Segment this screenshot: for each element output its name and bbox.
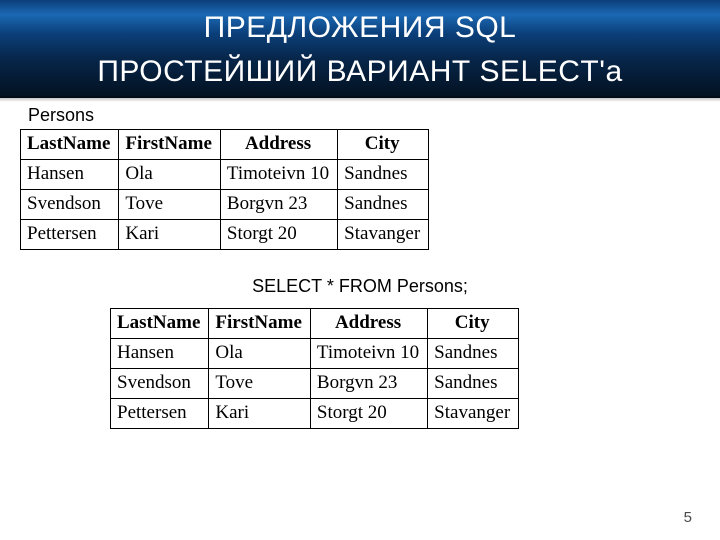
cell-lastname: Svendson: [21, 190, 119, 220]
table-row: Svendson Tove Borgvn 23 Sandnes: [111, 369, 519, 399]
table-row: Svendson Tove Borgvn 23 Sandnes: [21, 190, 429, 220]
cell-lastname: Hansen: [21, 160, 119, 190]
cell-firstname: Kari: [209, 399, 311, 429]
persons-table-result: LastName FirstName Address City Hansen O…: [110, 308, 519, 429]
cell-firstname: Kari: [119, 220, 221, 250]
col-lastname: LastName: [111, 309, 209, 339]
cell-address: Borgvn 23: [310, 369, 427, 399]
title-line-2: ПРОСТЕЙШИЙ ВАРИАНТ SELECT'а: [97, 55, 622, 88]
table-header-row: LastName FirstName Address City: [111, 309, 519, 339]
table-caption: Persons: [28, 105, 94, 126]
table-result: LastName FirstName Address City Hansen O…: [110, 308, 519, 429]
table-row: Hansen Ola Timoteivn 10 Sandnes: [21, 160, 429, 190]
table-source: LastName FirstName Address City Hansen O…: [20, 129, 429, 250]
sql-statement: SELECT * FROM Persons;: [0, 276, 720, 297]
title-line-1: ПРЕДЛОЖЕНИЯ SQL: [204, 11, 517, 44]
col-address: Address: [310, 309, 427, 339]
col-firstname: FirstName: [209, 309, 311, 339]
cell-city: Stavanger: [338, 220, 429, 250]
cell-address: Storgt 20: [220, 220, 337, 250]
col-lastname: LastName: [21, 130, 119, 160]
title-banner: ПРЕДЛОЖЕНИЯ SQL ПРОСТЕЙШИЙ ВАРИАНТ SELEC…: [0, 0, 720, 98]
cell-lastname: Hansen: [111, 339, 209, 369]
table-row: Pettersen Kari Storgt 20 Stavanger: [111, 399, 519, 429]
cell-lastname: Pettersen: [21, 220, 119, 250]
cell-address: Timoteivn 10: [220, 160, 337, 190]
table-row: Hansen Ola Timoteivn 10 Sandnes: [111, 339, 519, 369]
cell-firstname: Ola: [119, 160, 221, 190]
cell-city: Sandnes: [428, 339, 519, 369]
cell-city: Stavanger: [428, 399, 519, 429]
cell-lastname: Svendson: [111, 369, 209, 399]
col-city: City: [338, 130, 429, 160]
page-number: 5: [684, 509, 692, 526]
cell-address: Borgvn 23: [220, 190, 337, 220]
cell-firstname: Tove: [209, 369, 311, 399]
cell-city: Sandnes: [338, 160, 429, 190]
col-address: Address: [220, 130, 337, 160]
col-city: City: [428, 309, 519, 339]
cell-address: Timoteivn 10: [310, 339, 427, 369]
cell-lastname: Pettersen: [111, 399, 209, 429]
cell-firstname: Ola: [209, 339, 311, 369]
table-row: Pettersen Kari Storgt 20 Stavanger: [21, 220, 429, 250]
cell-address: Storgt 20: [310, 399, 427, 429]
cell-city: Sandnes: [428, 369, 519, 399]
table-header-row: LastName FirstName Address City: [21, 130, 429, 160]
col-firstname: FirstName: [119, 130, 221, 160]
cell-firstname: Tove: [119, 190, 221, 220]
slide-title: ПРЕДЛОЖЕНИЯ SQL ПРОСТЕЙШИЙ ВАРИАНТ SELEC…: [0, 0, 720, 94]
persons-table-source: LastName FirstName Address City Hansen O…: [20, 129, 429, 250]
cell-city: Sandnes: [338, 190, 429, 220]
